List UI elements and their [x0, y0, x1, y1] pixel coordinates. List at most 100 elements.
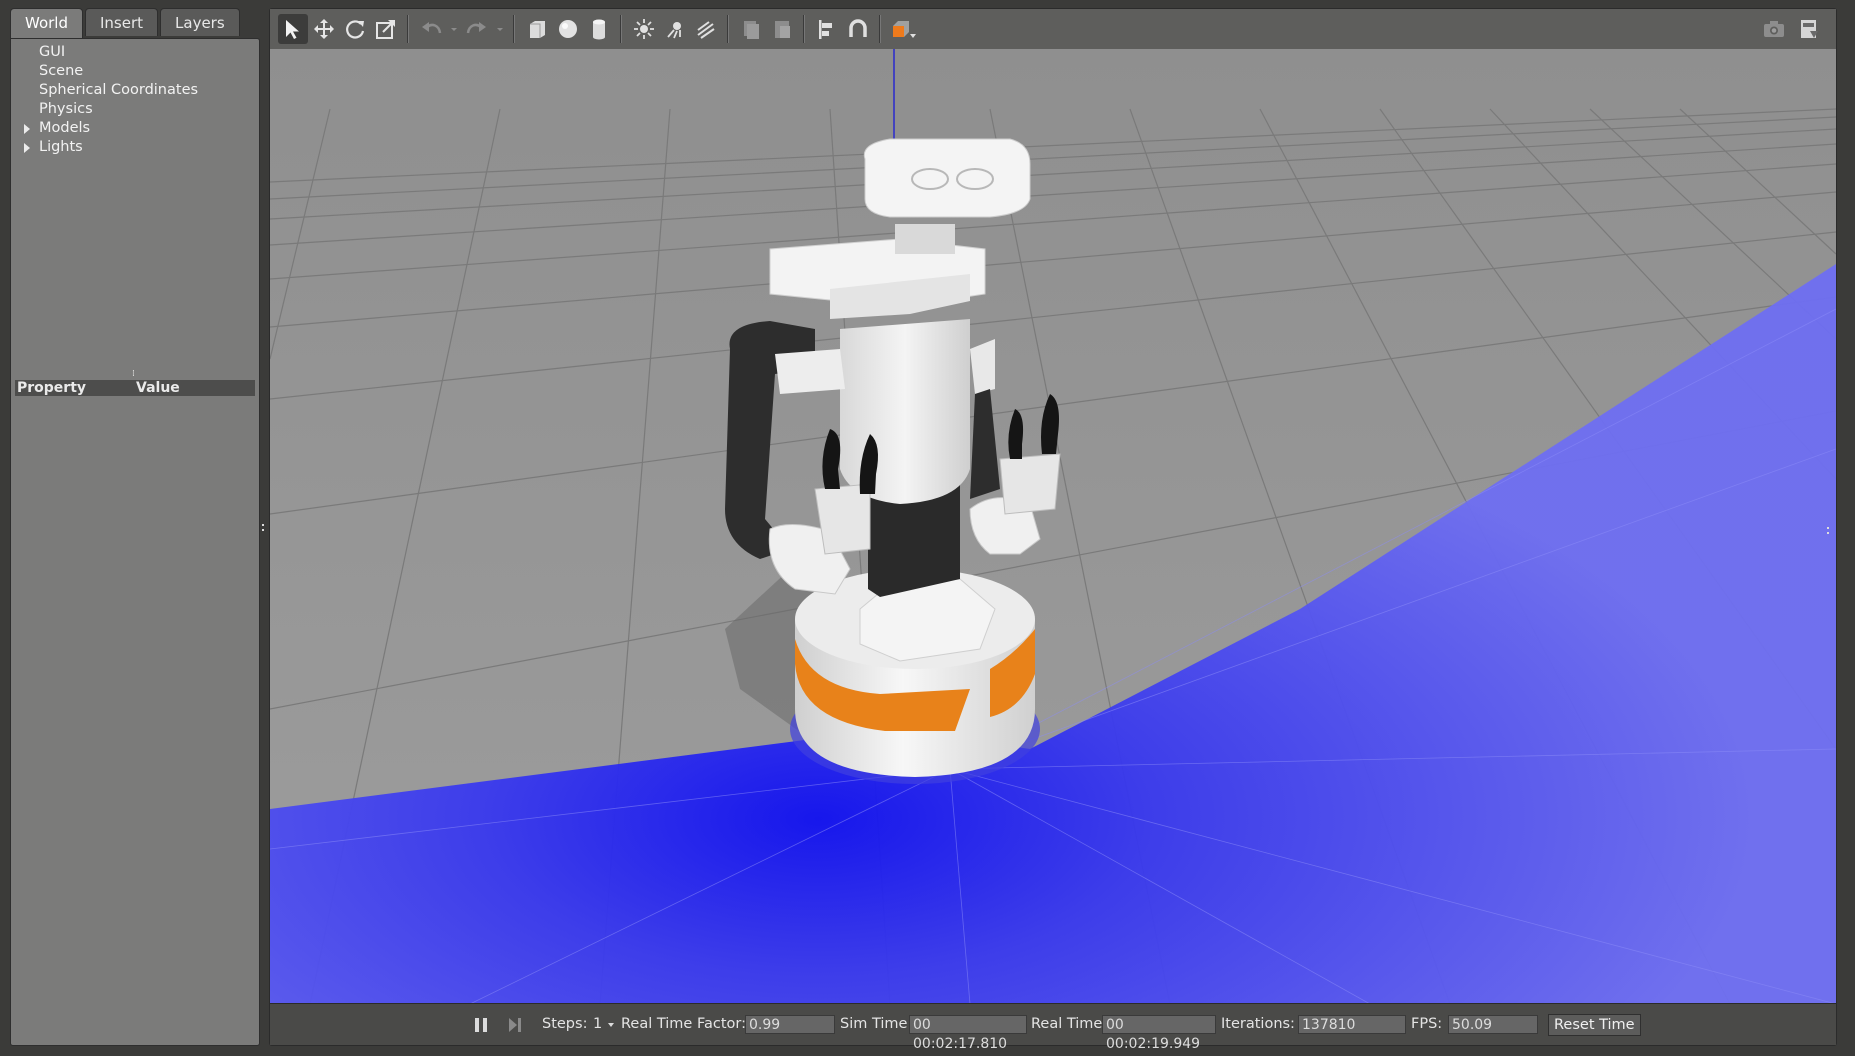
iterations-label: Iterations: — [1221, 1016, 1295, 1032]
tree-item-lights[interactable]: Lights — [11, 138, 259, 157]
tree-item-gui[interactable]: GUI — [11, 43, 259, 62]
toolbar-separator — [407, 15, 409, 43]
log-icon — [1801, 20, 1818, 38]
chevron-down-icon — [607, 1023, 614, 1027]
box-icon — [530, 21, 545, 38]
splitter-handle[interactable]: ⁞ — [132, 370, 140, 379]
steps-label: Steps: — [542, 1016, 588, 1032]
simulation-status-bar: Steps: 1 Real Time Factor: 0.99 Sim Time… — [270, 1003, 1836, 1052]
undo-icon — [422, 22, 442, 34]
scene-render[interactable] — [270, 49, 1836, 1004]
tree-item-label: Lights — [39, 139, 83, 155]
property-table-header: Property Value — [15, 380, 255, 396]
fps-label: FPS: — [1411, 1016, 1443, 1032]
paste-button[interactable] — [767, 14, 797, 44]
spot-light-icon — [667, 22, 681, 39]
toolbar-separator — [513, 15, 515, 43]
insert-directional-light-button[interactable] — [691, 14, 721, 44]
align-button[interactable] — [812, 14, 842, 44]
insert-point-light-button[interactable] — [629, 14, 659, 44]
toolbar-separator — [803, 15, 805, 43]
step-forward-icon — [509, 1018, 521, 1032]
tree-item-spherical-coordinates[interactable]: Spherical Coordinates — [11, 81, 259, 100]
tree-item-label: Scene — [39, 63, 84, 79]
real-time-factor-label: Real Time Factor: — [621, 1016, 746, 1032]
tree-item-label: Spherical Coordinates — [39, 82, 199, 98]
translate-icon — [314, 19, 334, 39]
undo-button[interactable] — [416, 14, 446, 44]
expand-arrow-icon[interactable] — [24, 124, 30, 134]
toolbar-right — [1758, 14, 1824, 44]
3d-viewport[interactable] — [270, 49, 1836, 1004]
toolbar — [270, 9, 1836, 50]
tree-item-label: Physics — [39, 101, 93, 117]
real-time-label: Real Time: — [1031, 1016, 1108, 1032]
expand-arrow-icon[interactable] — [24, 143, 30, 153]
view-angle-button[interactable] — [888, 14, 918, 44]
steps-value: 1 — [593, 1016, 603, 1032]
tree-item-scene[interactable]: Scene — [11, 62, 259, 81]
tab-layers[interactable]: Layers — [160, 8, 240, 36]
step-button[interactable] — [507, 1005, 523, 1046]
steps-spinner[interactable]: 1 — [593, 1004, 615, 1045]
align-icon — [819, 20, 832, 39]
reset-time-button[interactable]: Reset Time — [1548, 1014, 1641, 1036]
screenshot-icon — [1764, 21, 1784, 37]
tab-insert[interactable]: Insert — [85, 8, 159, 36]
tree-item-models[interactable]: Models — [11, 119, 259, 138]
snap-icon — [849, 19, 867, 37]
right-panel-collapse-handle[interactable] — [1826, 527, 1830, 537]
tab-world[interactable]: World — [10, 8, 83, 39]
select-arrow-icon — [286, 20, 299, 39]
log-button[interactable] — [1794, 14, 1824, 44]
iterations-value: 137810 — [1298, 1015, 1406, 1034]
main-view: Steps: 1 Real Time Factor: 0.99 Sim Time… — [269, 8, 1837, 1052]
insert-cylinder-button[interactable] — [584, 14, 614, 44]
real-time-value: 00 00:02:19.949 — [1102, 1015, 1216, 1052]
property-column-header: Property — [17, 380, 87, 396]
sim-time-value: 00 00:02:17.810 — [909, 1015, 1027, 1052]
cylinder-icon — [593, 19, 605, 40]
toolbar-separator — [727, 15, 729, 43]
insert-box-button[interactable] — [522, 14, 552, 44]
toolbar-separator — [879, 15, 881, 43]
snap-button[interactable] — [843, 14, 873, 44]
tree-item-physics[interactable]: Physics — [11, 100, 259, 119]
tree-item-label: Models — [39, 120, 91, 136]
insert-sphere-button[interactable] — [553, 14, 583, 44]
copy-button[interactable] — [736, 14, 766, 44]
value-column-header: Value — [136, 380, 180, 396]
redo-button[interactable] — [462, 14, 492, 44]
chevron-down-icon — [451, 28, 457, 31]
copy-icon — [744, 21, 759, 39]
world-tree: GUI Scene Spherical Coordinates Physics … — [11, 43, 259, 157]
sphere-icon — [559, 20, 577, 38]
rotate-icon — [346, 20, 365, 39]
pause-icon — [475, 1018, 487, 1032]
left-panel-collapse-handle[interactable] — [261, 524, 265, 534]
scale-mode-button[interactable] — [371, 14, 401, 44]
rotate-mode-button[interactable] — [340, 14, 370, 44]
fps-value: 50.09 — [1448, 1015, 1538, 1034]
directional-light-icon — [697, 21, 715, 39]
chevron-down-icon — [497, 28, 503, 31]
sim-time-label: Sim Time: — [840, 1016, 913, 1032]
insert-spot-light-button[interactable] — [660, 14, 690, 44]
world-panel: GUI Scene Spherical Coordinates Physics … — [10, 38, 260, 1046]
panel-tabs: World Insert Layers — [10, 8, 242, 39]
tree-item-label: GUI — [39, 44, 66, 60]
redo-icon — [466, 22, 486, 34]
real-time-factor-value: 0.99 — [745, 1015, 835, 1034]
redo-history-dropdown[interactable] — [493, 14, 507, 44]
undo-history-dropdown[interactable] — [447, 14, 461, 44]
translate-mode-button[interactable] — [309, 14, 339, 44]
view-angle-icon — [893, 21, 916, 38]
paste-icon — [775, 21, 790, 38]
point-light-icon — [634, 19, 654, 39]
scale-icon — [376, 20, 395, 39]
select-mode-button[interactable] — [278, 14, 308, 44]
pause-button[interactable] — [473, 1005, 489, 1046]
left-panel: World Insert Layers GUI Scene Spherical … — [10, 8, 264, 1046]
toolbar-separator — [620, 15, 622, 43]
screenshot-button[interactable] — [1759, 14, 1789, 44]
